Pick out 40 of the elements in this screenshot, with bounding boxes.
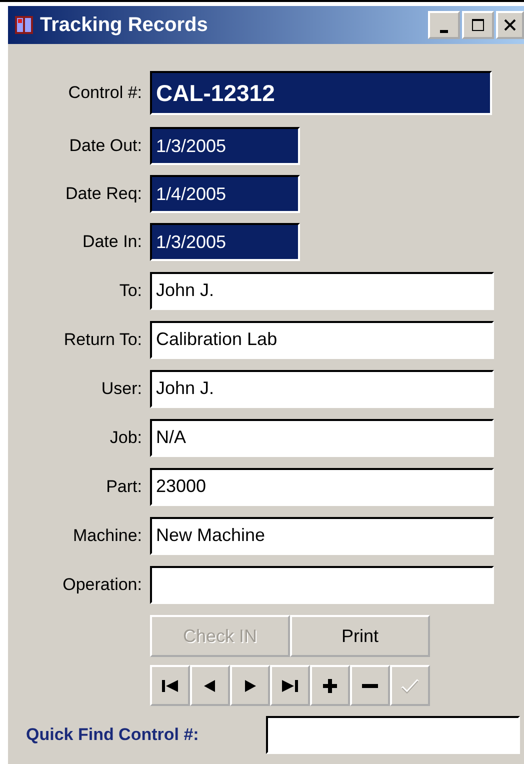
field-label: Operation: [62,574,142,594]
input-field[interactable]: John J. [150,272,494,310]
maximize-icon [471,18,485,32]
last-record-button[interactable] [270,665,310,706]
input-field[interactable] [150,566,494,604]
app-icon [14,15,34,35]
maximize-button[interactable] [462,11,494,39]
minimize-button[interactable] [428,11,460,39]
previous-button[interactable] [190,665,230,706]
input-field[interactable]: Calibration Lab [150,320,494,358]
plus-button[interactable] [310,665,350,706]
field-label: Part: [105,476,142,496]
next-button[interactable] [230,665,270,706]
date-field[interactable]: 1/3/2005 [150,223,300,261]
field-label: Date Out: [68,136,142,156]
field-label: Job: [108,428,142,448]
quick-find-field[interactable] [266,716,520,754]
quick-find-label: Quick Find Control #: [26,725,200,745]
field-label: Return To: [62,330,142,350]
field-label: Date In: [81,232,142,252]
date-field[interactable]: 1/4/2005 [150,175,300,213]
control-number-field[interactable]: CAL-12312 [150,71,492,115]
window-title: Tracking Records [40,14,209,36]
field-label: Date Req: [64,184,142,204]
minus-button[interactable] [350,665,390,706]
input-field[interactable]: 23000 [150,468,494,506]
field-label: To: [118,280,142,300]
input-field[interactable]: John J. [150,370,494,408]
print-button[interactable]: Print [290,615,430,657]
close-icon [504,19,516,31]
input-field[interactable]: N/A [150,418,494,456]
minimize-icon [440,30,448,32]
date-field[interactable]: 1/3/2005 [150,127,300,165]
first-record-button[interactable] [150,665,190,706]
field-label: Machine: [72,526,142,546]
minus-icon [362,684,378,688]
close-button[interactable] [496,11,524,39]
field-label: Control #: [67,83,142,103]
field-label: User: [100,378,142,398]
input-field[interactable]: New Machine [150,516,494,554]
